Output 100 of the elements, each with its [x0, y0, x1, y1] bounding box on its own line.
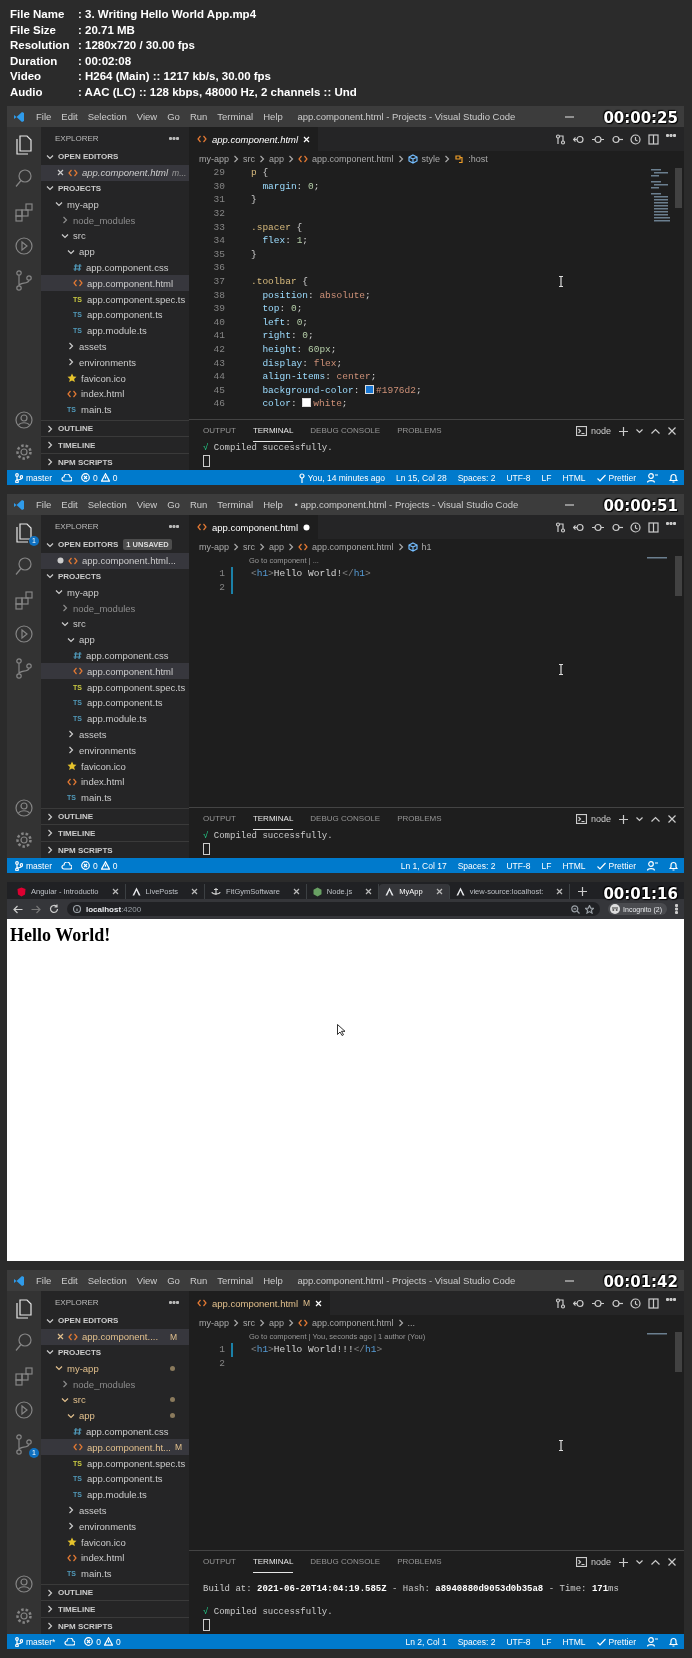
plus-icon[interactable] — [619, 426, 628, 436]
menu-item[interactable]: File — [31, 499, 57, 510]
bell-icon[interactable] — [669, 860, 678, 871]
chevron-icon[interactable] — [46, 1348, 54, 1357]
close-icon[interactable] — [365, 888, 373, 895]
editor-tab[interactable]: app.component.html — [189, 515, 319, 539]
breadcrumb[interactable]: my-app — [199, 541, 229, 552]
editor-tab[interactable]: app.component.html M — [189, 1291, 331, 1315]
tree-item[interactable]: index.html — [41, 773, 189, 790]
forward-icon[interactable] — [31, 904, 41, 914]
history-icon[interactable] — [630, 1297, 641, 1309]
more-icon[interactable] — [666, 133, 676, 137]
panel-tab[interactable]: TERMINAL — [252, 808, 294, 830]
prettier-status[interactable]: Prettier — [596, 472, 636, 483]
status-item[interactable]: LF — [541, 472, 552, 483]
tree-item[interactable]: app.component.ht... M — [41, 1439, 189, 1456]
circle-icon[interactable] — [611, 133, 623, 145]
status-item[interactable]: Ln 2, Col 1 — [405, 1636, 447, 1647]
blame-info[interactable]: You, 14 minutes ago — [298, 472, 386, 483]
tree-item[interactable]: node_modules — [41, 1376, 189, 1392]
panel-tab[interactable]: PROBLEMS — [397, 1551, 442, 1573]
close-icon[interactable] — [556, 888, 564, 895]
chevron-icon[interactable] — [46, 540, 54, 549]
section-header[interactable]: TIMELINE — [41, 436, 189, 454]
menu-item[interactable]: Selection — [82, 1275, 132, 1286]
chevron-icon[interactable] — [46, 1316, 54, 1325]
circle-icon[interactable] — [592, 1297, 604, 1309]
panel-tab[interactable]: PROBLEMS — [397, 420, 442, 442]
circle-icon[interactable] — [611, 521, 623, 533]
chevron-icon[interactable] — [61, 231, 69, 240]
menu-item[interactable]: Terminal — [212, 111, 259, 122]
menu-item[interactable]: Go — [162, 499, 185, 510]
star-icon[interactable] — [585, 904, 595, 914]
split-editor-icon[interactable] — [648, 521, 659, 533]
chevron-icon[interactable] — [61, 1395, 69, 1404]
section-header[interactable]: OPEN EDITORS — [41, 149, 119, 165]
menu-item[interactable]: Edit — [56, 1275, 83, 1286]
menu-item[interactable]: File — [31, 1275, 57, 1286]
menu-item[interactable]: View — [131, 499, 163, 510]
search-icon[interactable] — [13, 1331, 35, 1353]
status-item[interactable]: UTF-8 — [506, 472, 531, 483]
panel-tab[interactable]: DEBUG CONSOLE — [310, 420, 381, 442]
terminal-selector[interactable]: node — [575, 814, 611, 824]
section-header[interactable]: PROJECTS — [41, 568, 189, 585]
chevron-icon[interactable] — [67, 358, 75, 367]
menu-item[interactable]: Run — [184, 499, 213, 510]
account-icon[interactable] — [14, 1574, 34, 1594]
chevron-icon[interactable] — [61, 619, 69, 628]
compare-icon[interactable] — [555, 1297, 566, 1309]
breadcrumb[interactable]: app.component.html — [312, 1317, 394, 1328]
problems-indicator[interactable]: 0 0 — [81, 860, 118, 871]
tree-item[interactable]: index.html — [41, 385, 189, 402]
scrollbar[interactable] — [675, 1332, 682, 1372]
panel-tab[interactable]: TERMINAL — [252, 420, 294, 442]
status-item[interactable]: LF — [541, 860, 552, 871]
tree-item[interactable]: app.component.css — [41, 259, 189, 276]
close-icon[interactable] — [668, 427, 676, 435]
split-editor-icon[interactable] — [648, 133, 659, 145]
status-item[interactable]: Spaces: 2 — [457, 1636, 496, 1647]
chevron-icon[interactable] — [636, 816, 643, 822]
files-icon[interactable] — [13, 521, 35, 543]
section-header[interactable]: TIMELINE — [41, 824, 189, 842]
account-icon[interactable] — [14, 798, 34, 818]
history-icon[interactable] — [630, 521, 641, 533]
menu-item[interactable]: Edit — [56, 499, 83, 510]
panel-tab[interactable]: DEBUG CONSOLE — [310, 1551, 381, 1573]
menu-item[interactable]: Edit — [56, 111, 83, 122]
breadcrumb[interactable]: app — [269, 1317, 285, 1328]
chevron-icon[interactable] — [67, 342, 75, 351]
close-icon[interactable] — [191, 888, 199, 895]
caret-up-icon[interactable] — [651, 816, 660, 822]
more-icon[interactable] — [666, 521, 676, 525]
extensions-icon[interactable] — [13, 201, 35, 223]
menu-item[interactable]: Terminal — [212, 1275, 259, 1286]
close-icon[interactable] — [668, 815, 676, 823]
tree-item[interactable]: my-app — [41, 1360, 189, 1377]
settings-icon[interactable] — [14, 830, 34, 850]
breadcrumb[interactable]: src — [243, 1317, 255, 1328]
menu-item[interactable]: Selection — [82, 499, 132, 510]
tree-item[interactable]: index.html — [41, 1549, 189, 1566]
chevron-icon[interactable] — [67, 1506, 75, 1515]
account-icon[interactable] — [14, 410, 34, 430]
play-circle-icon[interactable] — [13, 623, 35, 645]
back-icon[interactable] — [573, 1297, 585, 1309]
sync-icon[interactable] — [61, 473, 72, 482]
settings-icon[interactable] — [14, 1606, 34, 1626]
more-icon[interactable] — [169, 1300, 179, 1304]
tree-item[interactable]: src — [41, 1392, 189, 1408]
open-editor-item[interactable]: app.component.html... — [41, 552, 189, 569]
caret-up-icon[interactable] — [651, 428, 660, 434]
breadcrumb[interactable]: h1 — [421, 541, 432, 552]
status-item[interactable]: HTML — [562, 472, 586, 483]
status-item[interactable]: Ln 15, Col 28 — [396, 472, 447, 483]
breadcrumb[interactable]: src — [243, 153, 255, 164]
menu-item[interactable]: Help — [258, 1275, 288, 1286]
status-item[interactable]: Spaces: 2 — [457, 472, 496, 483]
editor-tab[interactable]: app.component.html — [189, 127, 319, 151]
status-item[interactable]: HTML — [562, 1636, 586, 1647]
tree-item[interactable]: environments — [41, 1518, 189, 1535]
more-icon[interactable] — [169, 136, 179, 140]
